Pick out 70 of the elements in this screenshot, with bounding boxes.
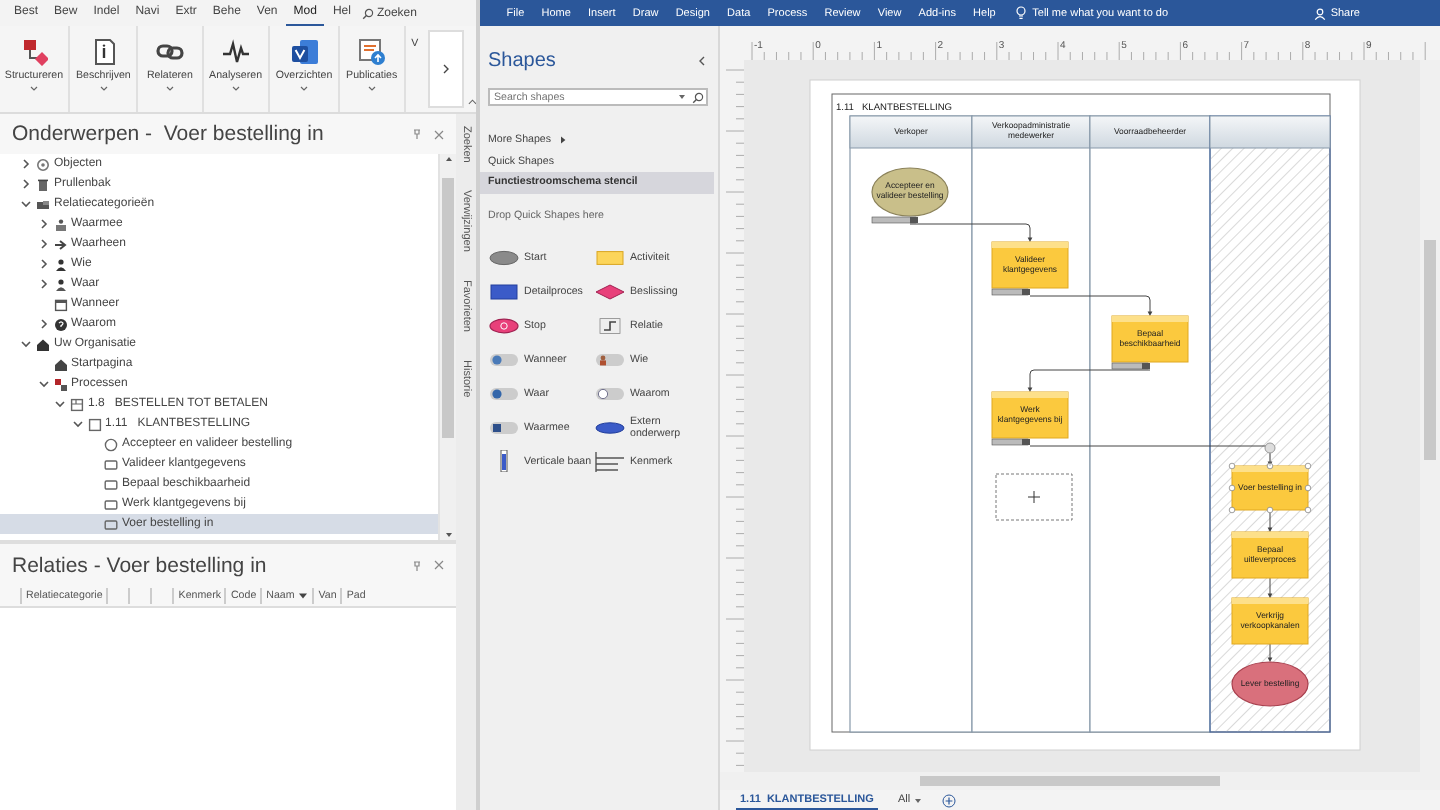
trash-icon (36, 177, 50, 191)
table-icon (594, 450, 626, 472)
panel-title: Onderwerpen - Voer bestelling in (12, 122, 326, 146)
caret-icon (231, 86, 240, 92)
ellipse-icon (594, 419, 626, 435)
stop-ellipse-icon (488, 317, 520, 333)
person-icon (594, 351, 626, 367)
person-icon (53, 277, 67, 291)
search-icon (362, 7, 375, 19)
scrollbar[interactable] (720, 772, 1440, 790)
caret-icon (99, 86, 108, 92)
gear-icon (36, 157, 50, 171)
selection-handles[interactable] (1228, 442, 1312, 514)
square-icon (87, 417, 101, 431)
close-icon[interactable] (434, 560, 444, 570)
tag-icon (1111, 362, 1150, 370)
structure-icon (20, 38, 48, 66)
link-icon (155, 38, 184, 66)
scrollbar[interactable] (438, 154, 456, 540)
question-icon (594, 385, 626, 401)
person-icon (53, 257, 67, 271)
submenu-arrow-icon (559, 136, 566, 145)
diamond-icon (594, 283, 626, 299)
collapse-icon[interactable] (467, 98, 476, 106)
collapse-icon[interactable] (698, 55, 706, 65)
caret-icon (30, 86, 38, 92)
connector-arrow (1267, 509, 1273, 532)
move-cursor-icon (1027, 490, 1041, 504)
caret-icon (165, 86, 174, 92)
caret-icon (300, 86, 309, 92)
frame-icon (70, 397, 84, 411)
tag-icon (991, 288, 1030, 296)
connector-arrow (909, 223, 1033, 242)
rectangle-icon (488, 283, 520, 299)
circle-icon (104, 437, 118, 451)
search-icon[interactable] (692, 91, 704, 103)
pane-title: Shapes (488, 49, 556, 71)
dropdown-icon[interactable] (678, 94, 686, 100)
chevron-icon (441, 64, 450, 74)
connector-icon (594, 317, 626, 333)
folder-icon (36, 197, 50, 211)
globe-icon (488, 385, 520, 401)
person-icon (1314, 7, 1327, 19)
rectangle-icon (594, 249, 626, 265)
add-page-icon[interactable] (942, 793, 957, 807)
connector-arrow (1029, 295, 1153, 316)
caret-icon (914, 797, 923, 803)
pulse-icon (221, 38, 250, 66)
publish-icon (357, 38, 386, 66)
process-icon (53, 377, 67, 391)
arrow-icon (53, 237, 67, 251)
vertical-bar-icon (500, 450, 508, 472)
panel-title: Relaties - Voer bestelling in (12, 553, 269, 577)
connector-arrow (1267, 643, 1273, 662)
calendar-icon (53, 297, 67, 311)
clock-icon (488, 351, 520, 367)
connector-arrow (1267, 577, 1273, 598)
close-icon[interactable] (434, 129, 444, 139)
tag-icon (991, 438, 1030, 446)
group-icon (53, 217, 67, 231)
scroll-up-icon[interactable] (443, 154, 453, 164)
caret-icon (367, 86, 376, 92)
question-icon (53, 317, 67, 331)
lightbulb-icon (1016, 6, 1027, 20)
tag-icon (871, 216, 918, 224)
document-icon (89, 38, 118, 66)
connector-arrow (1027, 369, 1151, 392)
tools-icon (488, 419, 520, 435)
sort-icon (298, 592, 309, 600)
ellipse-icon (488, 249, 520, 265)
